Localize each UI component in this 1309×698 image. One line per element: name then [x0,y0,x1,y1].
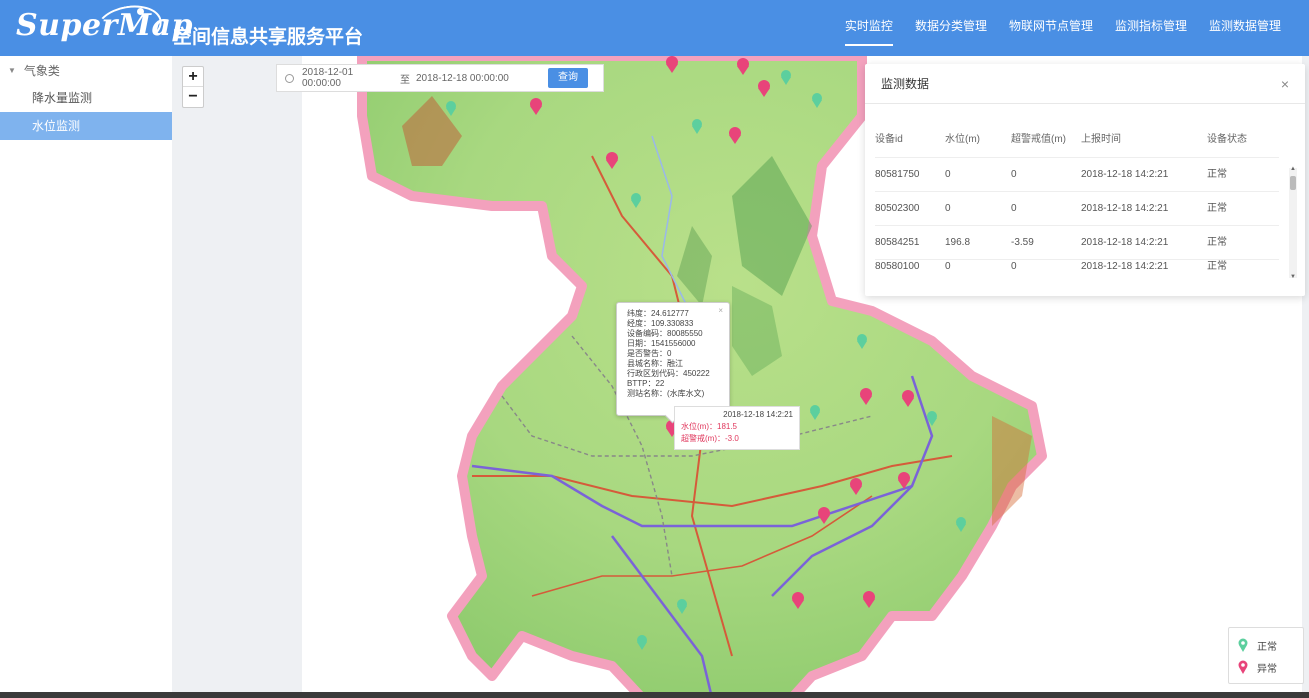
cell-over-warning: -3.59 [1011,237,1034,248]
sidebar-item-precipitation[interactable]: 降水量监测 [0,84,172,112]
label-time: 2018-12-18 14:2:21 [723,410,793,419]
legend-item-alarm: 异常 [1237,656,1295,678]
map-legend: 正常 异常 [1228,627,1304,684]
cell-device-status: 正常 [1207,237,1227,248]
legend-item-normal: 正常 [1237,634,1295,656]
cell-over-warning: 0 [1011,203,1017,214]
app-header: SuperMap 空间信息共享服务平台 实时监控 数据分类管理 物联网节点管理 … [0,0,1309,56]
panel-header: 监测数据 × [865,64,1305,104]
cell-report-time: 2018-12-18 14:2:21 [1081,169,1169,180]
station-popup: × 纬度：24.612777 经度：109.330833 设备编码：800855… [616,302,730,416]
cell-water-level: 0 [945,169,951,180]
table-row[interactable]: 80502300 0 0 2018-12-18 14:2:21 正常 [875,192,1279,226]
col-device-id: 设备id [875,134,903,145]
cell-device-status: 正常 [1207,260,1227,272]
cell-water-level: 196.8 [945,237,971,248]
zoom-out-button[interactable]: − [183,87,203,107]
popup-line: 设备编码：80085550 [627,329,703,338]
close-icon[interactable]: × [1281,76,1289,92]
cell-water-level: 0 [945,260,951,272]
sidebar-item-water-level[interactable]: 水位监测 [0,112,172,140]
label-over-warning: 超警戒(m)：-3.0 [681,434,739,443]
panel-title: 监测数据 [881,77,930,91]
popup-line: 行政区划代码：450222 [627,369,710,378]
col-report-time: 上报时间 [1081,134,1121,145]
alarm-pin-icon [1238,660,1248,674]
app-title: 空间信息共享服务平台 [173,26,364,48]
query-button[interactable]: 查询 [548,68,588,88]
label-water-level: 水位(m)：181.5 [681,422,738,431]
nav-iot-nodes[interactable]: 物联网节点管理 [1009,0,1093,56]
station-value-label: 2018-12-18 14:2:21 水位(m)：181.5 超警戒(m)：-3… [674,406,800,450]
cell-report-time: 2018-12-18 14:2:21 [1081,203,1169,214]
tree-group-label: 气象类 [23,63,60,78]
logo-dot-icon [137,8,144,15]
main-nav: 实时监控 数据分类管理 物联网节点管理 监测指标管理 监测数据管理 [823,0,1281,56]
scroll-down-icon[interactable]: ▼ [1289,274,1297,280]
nav-indicators[interactable]: 监测指标管理 [1115,0,1187,56]
popup-line: 县城名称：融江 [627,359,683,368]
tree-group-weather[interactable]: ▼ 气象类 [0,56,172,84]
table-row[interactable]: 80581750 0 0 2018-12-18 14:2:21 正常 [875,158,1279,192]
popup-close-icon[interactable]: × [718,306,723,316]
cell-report-time: 2018-12-18 14:2:21 [1081,237,1169,248]
end-time-input[interactable]: 2018-12-18 00:00:00 [416,73,540,84]
normal-pin-icon [1238,638,1248,652]
col-over-warning: 超警戒值(m) [1011,134,1066,145]
cell-water-level: 0 [945,203,951,214]
cell-device-id: 80502300 [875,203,920,214]
cell-device-status: 正常 [1207,169,1227,180]
zoom-in-button[interactable]: + [183,67,203,87]
col-water-level: 水位(m) [945,134,980,145]
nav-data-category[interactable]: 数据分类管理 [915,0,987,56]
table-header-row: 设备id 水位(m) 超警戒值(m) 上报时间 设备状态 [875,122,1279,158]
nav-realtime-monitor[interactable]: 实时监控 [844,0,893,56]
sidebar: ▼ 气象类 降水量监测 水位监测 [0,56,172,698]
window-bottom-edge [0,692,1309,698]
popup-line: 经度：109.330833 [627,319,694,328]
popup-line: 日期：1541556000 [627,339,696,348]
monitor-data-panel: 监测数据 × 设备id 水位(m) 超警戒值(m) 上报时间 设备状态 8058… [865,64,1305,296]
scroll-thumb[interactable] [1290,176,1296,190]
cell-device-id: 80580100 [875,260,920,272]
time-filter-bar: 2018-12-01 00:00:00 至 2018-12-18 00:00:0… [276,64,604,92]
clock-icon [285,73,294,83]
map-view[interactable]: + − 2018-12-01 00:00:00 至 2018-12-18 00:… [172,56,1309,698]
table-scrollbar[interactable]: ▲ ▼ [1289,166,1297,280]
popup-line: BTTP：22 [627,379,665,388]
cell-over-warning: 0 [1011,169,1017,180]
cell-device-id: 80581750 [875,169,920,180]
start-time-input[interactable]: 2018-12-01 00:00:00 [302,67,394,89]
zoom-control: + − [182,66,204,108]
popup-line: 测站名称：(水库水文) [627,389,705,398]
nav-monitor-data[interactable]: 监测数据管理 [1209,0,1281,56]
monitor-data-table: 设备id 水位(m) 超警戒值(m) 上报时间 设备状态 80581750 0 … [875,122,1279,272]
cell-report-time: 2018-12-18 14:2:21 [1081,260,1169,272]
popup-line: 是否警告：0 [627,349,672,358]
caret-down-icon: ▼ [8,65,16,75]
cell-over-warning: 0 [1011,260,1017,272]
popup-line: 纬度：24.612777 [627,309,689,318]
time-separator: 至 [400,74,410,86]
legend-label: 正常 [1257,641,1277,653]
table-row[interactable]: 80580100 0 0 2018-12-18 14:2:21 正常 [875,260,1279,272]
col-device-status: 设备状态 [1207,134,1247,145]
cell-device-status: 正常 [1207,203,1227,214]
table-row[interactable]: 80584251 196.8 -3.59 2018-12-18 14:2:21 … [875,226,1279,260]
legend-label: 异常 [1257,663,1277,675]
scroll-up-icon[interactable]: ▲ [1289,166,1297,172]
cell-device-id: 80584251 [875,237,920,248]
